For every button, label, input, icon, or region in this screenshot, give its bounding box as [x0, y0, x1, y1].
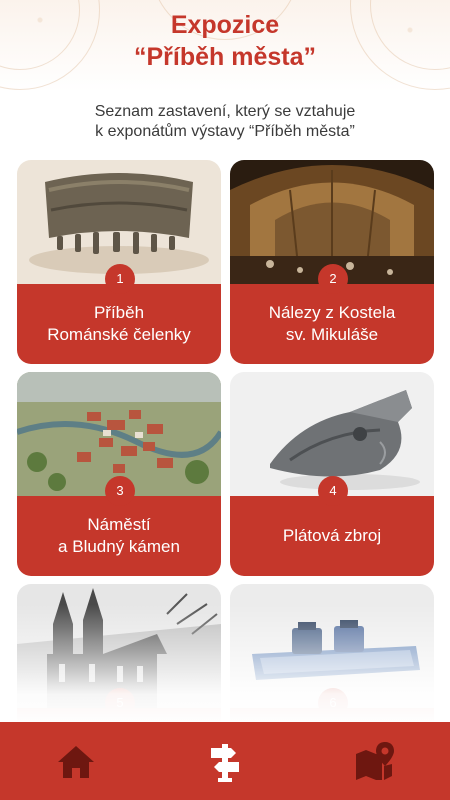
bottom-nav: [0, 722, 450, 800]
stop-label-3: Náměstí a Bludný kámen: [17, 496, 221, 576]
stop-card-3[interactable]: Náměstí a Bludný kámen 3: [17, 372, 221, 576]
stop-card-2[interactable]: Nálezy z Kostela sv. Mikuláše 2: [230, 160, 434, 364]
page-title-line1: Expozice: [170, 11, 280, 39]
stop-card-1[interactable]: Příběh Románské čelenky 1: [17, 160, 221, 364]
stop-title-line: Nálezy z Kostela: [268, 303, 396, 322]
nav-stops-button[interactable]: [203, 740, 247, 784]
map-pin-icon: [356, 742, 394, 780]
page-title-line2: “Příběh města”: [133, 43, 316, 71]
stop-number-badge: 1: [105, 264, 135, 294]
stop-card-4[interactable]: Plátová zbroj 4: [230, 372, 434, 576]
intro-text: Seznam zastavení, který se vztahuje k ex…: [0, 102, 450, 142]
stop-label-1: Příběh Románské čelenky: [17, 284, 221, 364]
scroll-fade: [0, 604, 450, 724]
home-icon: [58, 746, 94, 778]
intro-line2: k exponátům výstavy “Příběh města”: [95, 123, 355, 140]
stop-title-line: Románské čelenky: [47, 325, 191, 344]
stop-number-badge: 3: [105, 476, 135, 506]
stop-title-line: a Bludný kámen: [58, 537, 180, 556]
stop-title-line: sv. Mikuláše: [285, 325, 379, 344]
nav-map-button[interactable]: [352, 740, 396, 784]
stop-number-badge: 4: [318, 476, 348, 506]
stop-label-4: Plátová zbroj: [230, 496, 434, 576]
stop-title-line: Plátová zbroj: [282, 526, 382, 545]
stop-number-badge: 2: [318, 264, 348, 294]
stop-title-line: Náměstí: [87, 515, 151, 534]
stop-label-2: Nálezy z Kostela sv. Mikuláše: [230, 284, 434, 364]
nav-home-button[interactable]: [54, 740, 98, 784]
intro-line1: Seznam zastavení, který se vztahuje: [94, 103, 356, 120]
signpost-icon: [211, 744, 239, 782]
stop-title-line: Příběh: [93, 303, 145, 322]
